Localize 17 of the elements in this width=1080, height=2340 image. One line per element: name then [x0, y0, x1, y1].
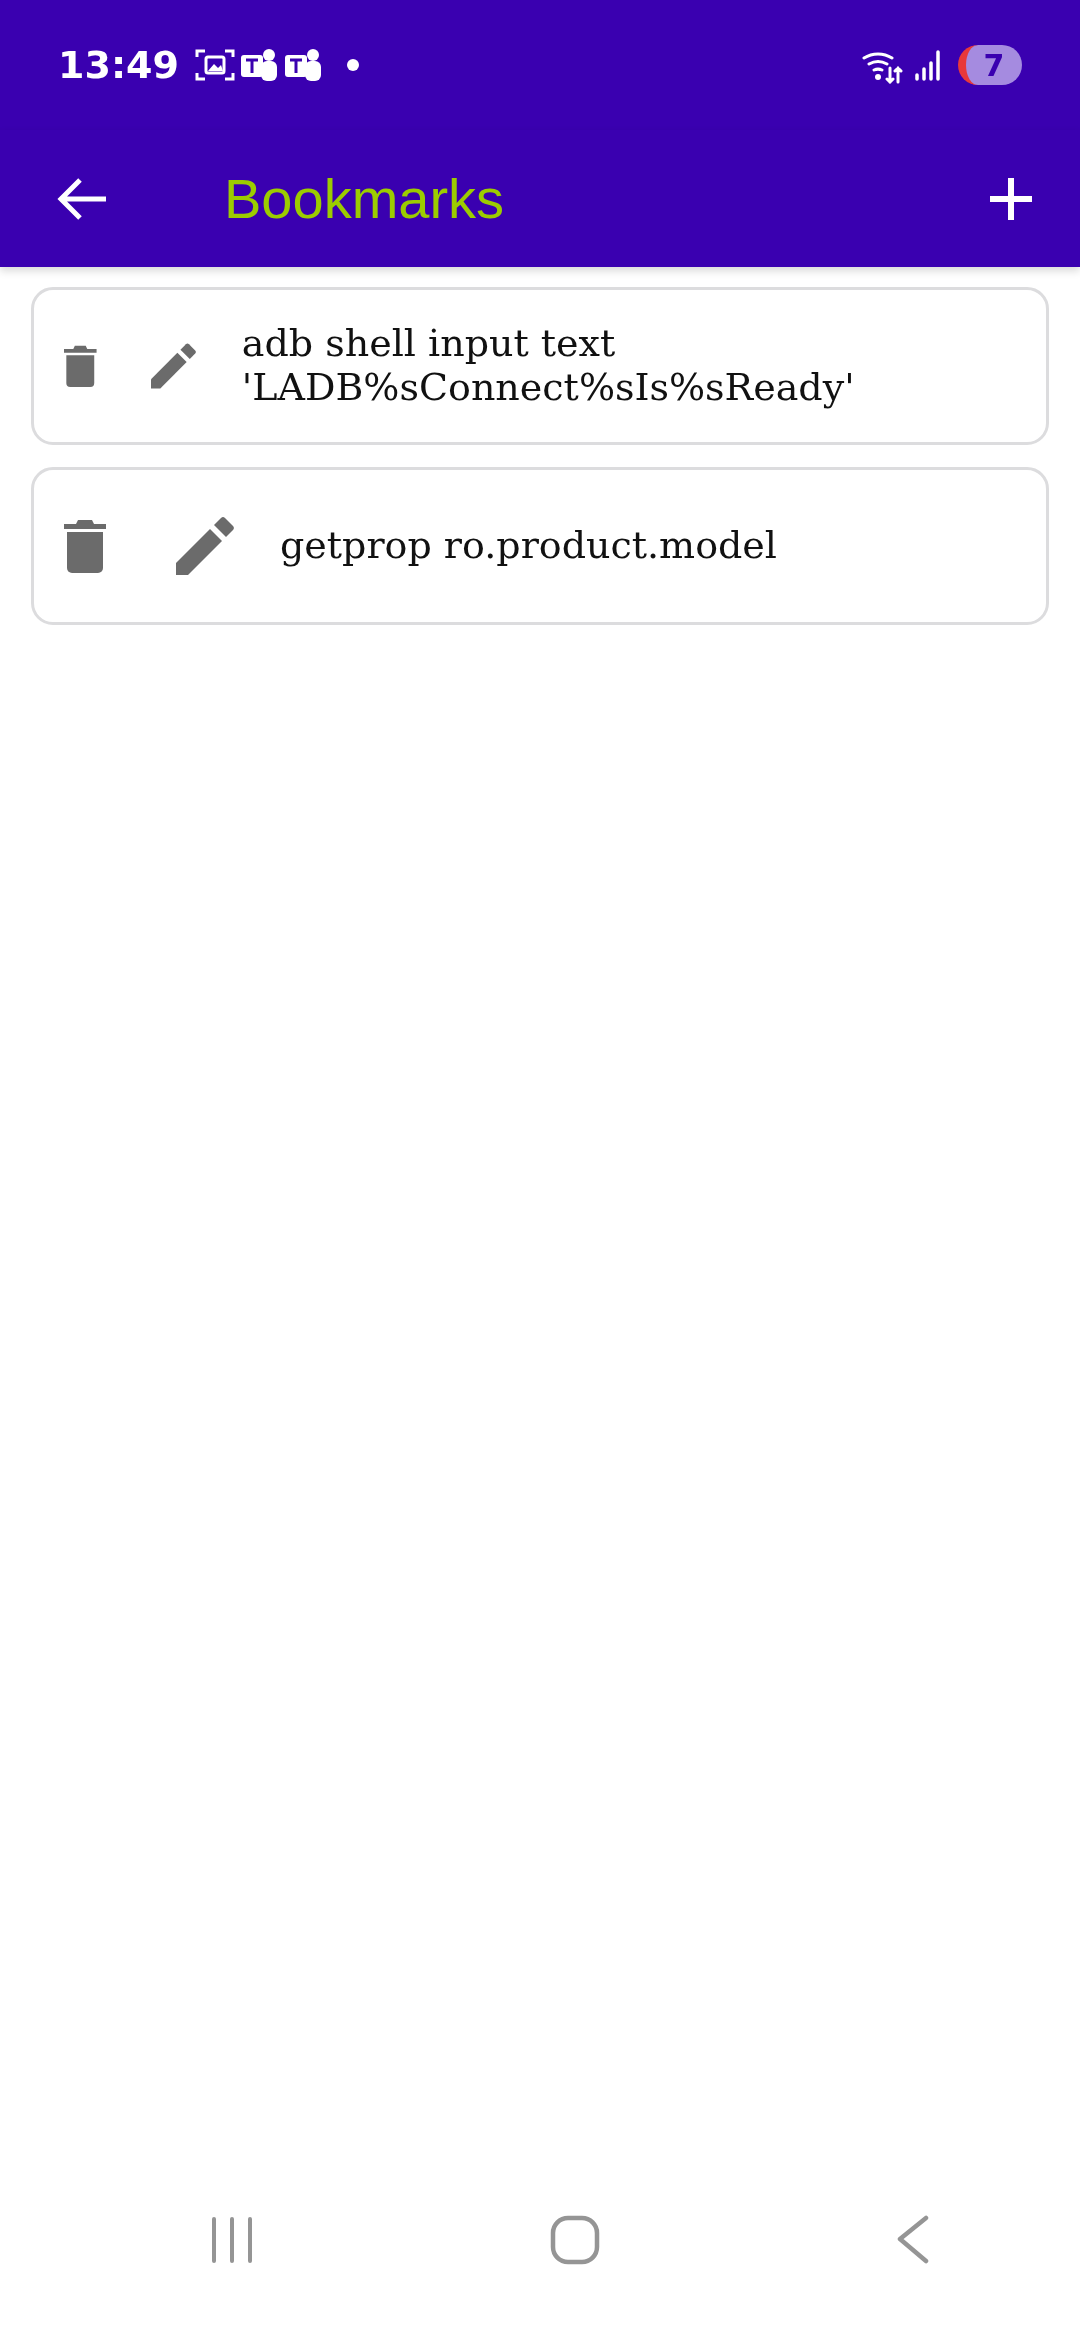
battery-level: 7: [958, 45, 1022, 85]
edit-pencil-icon[interactable]: [176, 517, 234, 575]
signal-icon: [914, 48, 942, 82]
notification-dot-icon: [346, 59, 359, 71]
trash-icon[interactable]: [64, 518, 106, 574]
screenshot-icon: [194, 47, 235, 83]
back-arrow-icon: [56, 176, 108, 221]
bookmark-card[interactable]: adb shell input text 'LADB%sConnect%sIs%sReady': [31, 287, 1049, 445]
recent-apps-icon[interactable]: [210, 2216, 254, 2264]
plus-icon: [988, 175, 1034, 222]
bookmark-card[interactable]: getprop ro.product.model: [31, 467, 1049, 625]
command-text: adb shell input text 'LADB%sConnect%sIs%sReady': [241, 322, 856, 410]
command-text: getprop ro.product.model: [280, 524, 777, 568]
screen-title: Bookmarks: [224, 165, 505, 232]
home-icon[interactable]: [550, 2215, 600, 2265]
status-time: 13:49: [58, 41, 179, 89]
back-icon[interactable]: [896, 2215, 930, 2265]
